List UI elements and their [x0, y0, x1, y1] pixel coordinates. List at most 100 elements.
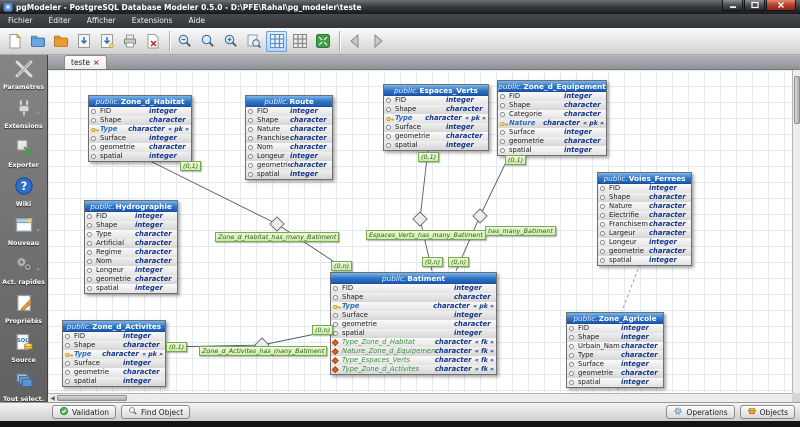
new-model-icon[interactable] [4, 31, 25, 52]
column-name: geometrie [509, 137, 564, 146]
column-type: integer [149, 152, 189, 161]
relation-label[interactable]: (0,1) [418, 152, 439, 162]
relation-diamond[interactable] [413, 212, 427, 226]
horizontal-scrollbar-thumb[interactable] [57, 395, 127, 401]
attribute-circle-icon [333, 295, 342, 300]
show-grid-icon[interactable] [266, 31, 287, 52]
relation-diamond[interactable] [473, 209, 487, 223]
table-header[interactable]: public.Route [246, 96, 332, 107]
zoom-normal-icon[interactable] [197, 31, 218, 52]
table-batiment[interactable]: public.BatimentFIDintegerShapecharacterT… [330, 272, 497, 375]
table-voies_ferrees[interactable]: public.Voies_FerreesFIDintegerShapechara… [597, 172, 692, 266]
table-header[interactable]: public.Hydrographie [85, 201, 177, 212]
table-hydrographie[interactable]: public.HydrographieFIDintegerShapeintege… [84, 200, 178, 294]
column-type: character [290, 134, 330, 143]
table-column-row: FIDinteger [598, 184, 691, 193]
relation-label[interactable]: (0,n) [331, 261, 352, 271]
table-zone_d_activites[interactable]: public.Zone_d_ActivitesFIDintegerShapech… [62, 320, 166, 387]
sidebar-item-exporter[interactable]: Exporter [1, 137, 47, 169]
sidebar-item-propri-t-s[interactable]: Propriétés [1, 293, 47, 325]
column-type: character [135, 275, 175, 284]
relation-label[interactable]: has_many_Batiment [485, 226, 556, 236]
relation-label[interactable]: (0,n) [312, 325, 333, 335]
table-column-row: Shapecharacter [246, 116, 332, 125]
objects-button[interactable]: Objects [740, 405, 795, 419]
horizontal-scrollbar[interactable]: ◀ [48, 393, 792, 402]
relation-label[interactable]: Espaces_Verts_has_many_Batiment [366, 230, 486, 240]
save-model-icon[interactable] [73, 31, 94, 52]
relation-line[interactable] [166, 331, 330, 347]
table-header[interactable]: public.Zone_Agricole [567, 313, 663, 324]
tab-teste[interactable]: teste × [64, 55, 107, 69]
save-all-icon[interactable] [96, 31, 117, 52]
column-name: spatial [395, 141, 446, 150]
sidebar-item-param-tres[interactable]: Paramètres [1, 59, 47, 91]
open-model-icon[interactable] [27, 31, 48, 52]
relation-label[interactable]: (0,n) [422, 257, 443, 267]
relation-label[interactable]: Zone_d_Activites_has_many_Batiment [199, 346, 327, 356]
table-zone_d_habitat[interactable]: public.Zone_d_HabitatFIDintegerShapechar… [88, 95, 192, 162]
attribute-circle-icon [87, 250, 96, 255]
menu-item-afficher[interactable]: Afficher [79, 14, 124, 28]
back-icon[interactable] [344, 31, 365, 52]
sidebar-item-extensions[interactable]: ▸Extensions [1, 98, 47, 130]
print-icon[interactable] [119, 31, 140, 52]
relation-line[interactable] [622, 264, 640, 311]
zoom-in-icon[interactable] [220, 31, 241, 52]
toolbar-separator [339, 31, 340, 51]
table-header[interactable]: public.Voies_Ferrees [598, 173, 691, 184]
attribute-circle-icon [65, 370, 74, 375]
overview-icon[interactable] [243, 31, 264, 52]
fk-diamond-icon [333, 367, 342, 372]
best-fit-icon[interactable] [312, 31, 333, 52]
find-object-button[interactable]: Find Object [121, 405, 190, 419]
table-column-row: Shapeinteger [85, 221, 177, 230]
close-icon[interactable] [766, 0, 796, 11]
tab-close-icon[interactable]: × [93, 59, 100, 67]
operations-button[interactable]: Operations [666, 405, 734, 419]
attribute-circle-icon [248, 109, 257, 114]
recent-models-icon[interactable] [50, 31, 71, 52]
sidebar-item-act-rapides[interactable]: ▸Act. rapides [1, 254, 47, 286]
sidebar-item-wiki[interactable]: ?Wiki [1, 176, 47, 208]
close-model-icon[interactable] [142, 31, 163, 52]
vertical-scrollbar[interactable] [792, 70, 800, 402]
align-grid-icon[interactable] [289, 31, 310, 52]
table-header[interactable]: public.Zone_d_Habitat [89, 96, 191, 107]
diagram-canvas[interactable]: public.Zone_d_Habitat FIDinteger Shapechar… [48, 70, 792, 393]
menu-item-aide[interactable]: Aide [180, 14, 213, 28]
attribute-circle-icon [87, 259, 96, 264]
scroll-left-icon[interactable]: ◀ [48, 395, 57, 402]
relation-label[interactable]: (0,1) [505, 155, 526, 165]
table-zone_d_equipement[interactable]: public.Zone_d_EquipementFIDintegerShapec… [497, 80, 607, 156]
relation-label[interactable]: (0,n) [448, 257, 469, 267]
table-header[interactable]: public.Zone_d_Equipement [498, 81, 606, 92]
menu-item-éditer[interactable]: Éditer [41, 14, 79, 28]
validation-button[interactable]: Validation [52, 405, 116, 419]
table-route[interactable]: public.RouteFIDintegerShapecharacterNatu… [245, 95, 333, 180]
table-header[interactable]: public.Zone_d_Activites [63, 321, 165, 332]
sidebar-item-tout-s-lect-[interactable]: Tout sélect. [1, 371, 47, 403]
attribute-circle-icon [91, 136, 100, 141]
table-column-row: Artificialcharacter [85, 239, 177, 248]
maximize-icon[interactable] [744, 0, 765, 11]
sidebar-item-source[interactable]: SQLSource [1, 332, 47, 364]
menu-item-extensions[interactable]: Extensions [124, 14, 181, 28]
relation-diamond[interactable] [270, 217, 284, 231]
table-column-row: Franchisemcharacter [598, 220, 691, 229]
menu-item-fichier[interactable]: Fichier [0, 14, 41, 28]
relation-label[interactable]: Zone_d_Habitat_has_many_Batiment [215, 232, 339, 242]
forward-icon[interactable] [367, 31, 388, 52]
relation-label[interactable]: (0,1) [166, 342, 187, 352]
minimize-icon[interactable] [722, 0, 743, 11]
table-espaces_verts[interactable]: public.Espaces_VertsFIDintegerShapechara… [383, 84, 489, 151]
relation-line[interactable] [420, 149, 432, 271]
relation-label[interactable]: (0,1) [180, 161, 201, 171]
table-header[interactable]: public.Espaces_Verts [384, 85, 488, 96]
vertical-scrollbar-thumb[interactable] [794, 76, 800, 124]
table-header[interactable]: public.Batiment [331, 273, 496, 284]
attribute-circle-icon [65, 334, 74, 339]
zoom-out-icon[interactable] [174, 31, 195, 52]
sidebar-item-nouveau[interactable]: ▸Nouveau [1, 215, 47, 247]
table-zone_agricole[interactable]: public.Zone_AgricoleFIDintegerShapeinteg… [566, 312, 664, 388]
